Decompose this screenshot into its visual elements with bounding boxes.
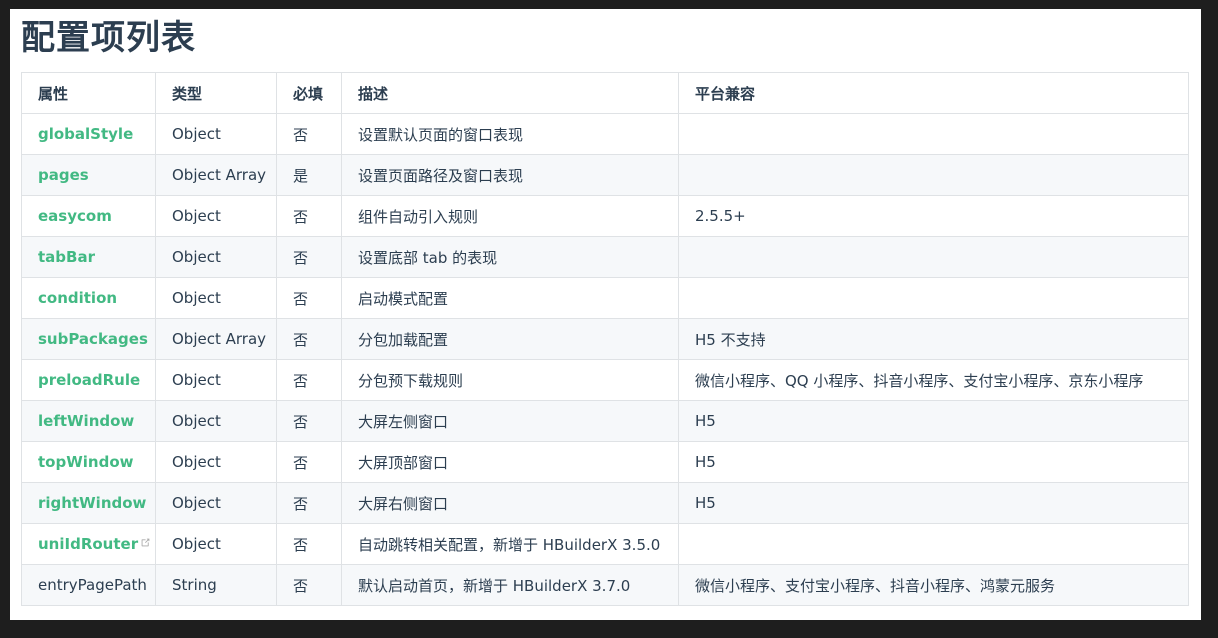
cell-description: 分包预下载规则 <box>341 359 679 401</box>
property-link[interactable]: pages <box>38 166 89 184</box>
cell-required: 否 <box>276 482 342 524</box>
cell-required: 否 <box>276 277 342 319</box>
table-row: leftWindow Object 否大屏左侧窗口 H5 <box>21 400 1189 442</box>
cell-type: Object Array <box>155 154 277 196</box>
cell-description: 默认启动首页，新增于 HBuilderX 3.7.0 <box>341 564 679 606</box>
cell-required: 否 <box>276 523 342 565</box>
cell-description: 大屏左侧窗口 <box>341 400 679 442</box>
cell-description: 组件自动引入规则 <box>341 195 679 237</box>
property-link[interactable]: topWindow <box>38 453 133 471</box>
cell-description: 启动模式配置 <box>341 277 679 319</box>
doc-page: 配置项列表 属性 类型 必填 描述 平台兼容 globalStyle Object… <box>10 9 1201 620</box>
cell-type: Object <box>155 277 277 319</box>
cell-required: 否 <box>276 195 342 237</box>
cell-property: subPackages <box>21 318 156 360</box>
table-row: subPackages Object Array 否分包加载配置 H5 不支持 <box>21 318 1189 360</box>
cell-platform: 微信小程序、QQ 小程序、抖音小程序、支付宝小程序、京东小程序 <box>678 359 1189 401</box>
cell-property: topWindow <box>21 441 156 483</box>
table-header-row: 属性 类型 必填 描述 平台兼容 <box>21 72 1189 114</box>
property-link[interactable]: subPackages <box>38 330 148 348</box>
header-platform: 平台兼容 <box>678 72 1189 114</box>
cell-description: 自动跳转相关配置，新增于 HBuilderX 3.5.0 <box>341 523 679 565</box>
cell-type: Object <box>155 400 277 442</box>
property-link[interactable]: rightWindow <box>38 494 146 512</box>
header-property: 属性 <box>21 72 156 114</box>
property-link[interactable]: uniIdRouter <box>38 535 138 553</box>
table-row: pages Object Array 是设置页面路径及窗口表现 <box>21 154 1189 196</box>
cell-property: tabBar <box>21 236 156 278</box>
cell-required: 否 <box>276 236 342 278</box>
cell-property: rightWindow <box>21 482 156 524</box>
cell-platform: 2.5.5+ <box>678 195 1189 237</box>
cell-type: Object <box>155 482 277 524</box>
property-name: entryPagePath <box>38 576 147 594</box>
cell-property: pages <box>21 154 156 196</box>
cell-platform: H5 <box>678 400 1189 442</box>
cell-platform: H5 <box>678 482 1189 524</box>
table-row: preloadRule Object 否分包预下载规则 微信小程序、QQ 小程序、抖音… <box>21 359 1189 401</box>
cell-required: 是 <box>276 154 342 196</box>
cell-property: globalStyle <box>21 113 156 155</box>
property-link[interactable]: preloadRule <box>38 371 140 389</box>
header-description: 描述 <box>341 72 679 114</box>
table-row: globalStyle Object 否设置默认页面的窗口表现 <box>21 113 1189 155</box>
table-row: tabBar Object 否设置底部 tab 的表现 <box>21 236 1189 278</box>
cell-platform <box>678 113 1189 155</box>
cell-type: String <box>155 564 277 606</box>
property-link[interactable]: condition <box>38 289 117 307</box>
cell-platform <box>678 236 1189 278</box>
property-link[interactable]: easycom <box>38 207 112 225</box>
cell-property: easycom <box>21 195 156 237</box>
cell-description: 设置底部 tab 的表现 <box>341 236 679 278</box>
cell-description: 大屏顶部窗口 <box>341 441 679 483</box>
cell-required: 否 <box>276 359 342 401</box>
cell-property: condition <box>21 277 156 319</box>
cell-property: entryPagePath <box>21 564 156 606</box>
cell-platform: 微信小程序、支付宝小程序、抖音小程序、鸿蒙元服务 <box>678 564 1189 606</box>
cell-required: 否 <box>276 400 342 442</box>
table-row: condition Object 否启动模式配置 <box>21 277 1189 319</box>
property-link[interactable]: tabBar <box>38 248 95 266</box>
cell-required: 否 <box>276 318 342 360</box>
cell-type: Object <box>155 523 277 565</box>
table-row: uniIdRouter Object 否自动跳转相关配置，新增于 HBuilderX… <box>21 523 1189 565</box>
cell-type: Object <box>155 113 277 155</box>
page-title: 配置项列表 <box>21 18 196 58</box>
property-link[interactable]: globalStyle <box>38 125 133 143</box>
table-row: easycom Object 否组件自动引入规则 2.5.5+ <box>21 195 1189 237</box>
property-link[interactable]: leftWindow <box>38 412 134 430</box>
cell-platform <box>678 523 1189 565</box>
cell-description: 大屏右侧窗口 <box>341 482 679 524</box>
table-row: topWindow Object 否大屏顶部窗口 H5 <box>21 441 1189 483</box>
cell-type: Object <box>155 195 277 237</box>
cell-type: Object <box>155 441 277 483</box>
cell-platform <box>678 277 1189 319</box>
table-row: entryPagePath String 否默认启动首页，新增于 HBuilderX… <box>21 564 1189 606</box>
cell-description: 设置页面路径及窗口表现 <box>341 154 679 196</box>
cell-type: Object Array <box>155 318 277 360</box>
cell-type: Object <box>155 359 277 401</box>
cell-type: Object <box>155 236 277 278</box>
cell-property: leftWindow <box>21 400 156 442</box>
cell-required: 否 <box>276 441 342 483</box>
config-table: 属性 类型 必填 描述 平台兼容 globalStyle Object 否设置默认页… <box>21 72 1189 606</box>
cell-description: 设置默认页面的窗口表现 <box>341 113 679 155</box>
cell-platform: H5 不支持 <box>678 318 1189 360</box>
table-row: rightWindow Object 否大屏右侧窗口 H5 <box>21 482 1189 524</box>
cell-property: uniIdRouter <box>21 523 156 565</box>
cell-required: 否 <box>276 564 342 606</box>
cell-platform: H5 <box>678 441 1189 483</box>
header-type: 类型 <box>155 72 277 114</box>
external-link-icon[interactable] <box>140 537 151 548</box>
cell-required: 否 <box>276 113 342 155</box>
cell-property: preloadRule <box>21 359 156 401</box>
header-required: 必填 <box>276 72 342 114</box>
cell-platform <box>678 154 1189 196</box>
cell-description: 分包加载配置 <box>341 318 679 360</box>
